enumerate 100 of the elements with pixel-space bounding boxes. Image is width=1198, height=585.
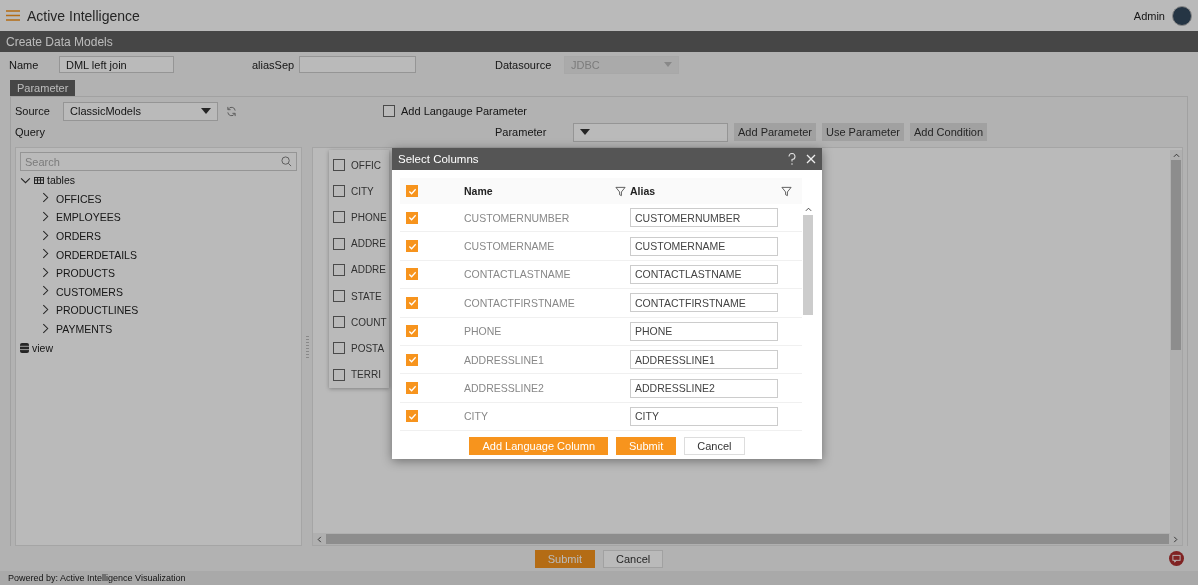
tree-node[interactable]: view bbox=[20, 338, 297, 357]
vertical-scrollbar[interactable] bbox=[1170, 150, 1182, 533]
avatar[interactable] bbox=[1172, 5, 1192, 26]
checkbox[interactable] bbox=[406, 240, 418, 253]
parameter-action-button[interactable]: Add Condition bbox=[909, 123, 988, 141]
tree-node[interactable]: PRODUCTS bbox=[42, 263, 297, 283]
tree-node[interactable]: tables bbox=[20, 171, 297, 190]
scroll-left-icon[interactable] bbox=[317, 535, 322, 543]
caret-down-icon bbox=[580, 129, 590, 135]
table-icon bbox=[34, 176, 44, 184]
column-name: ADDRESSLINE2 bbox=[464, 382, 545, 395]
scroll-right-icon[interactable] bbox=[1173, 535, 1178, 543]
footer-text: Powered by: Active Intelligence Visualization bbox=[0, 571, 1198, 585]
column-header[interactable]: Alias bbox=[630, 185, 656, 197]
checkbox[interactable] bbox=[406, 185, 418, 197]
checkbox[interactable] bbox=[333, 368, 345, 381]
chevron-right-icon[interactable] bbox=[42, 322, 49, 334]
caret-down-icon bbox=[201, 108, 211, 114]
help-icon[interactable] bbox=[788, 153, 796, 165]
checkbox[interactable] bbox=[333, 316, 345, 329]
chevron-right-icon[interactable] bbox=[42, 266, 49, 278]
column-name: PHONE bbox=[464, 325, 503, 338]
alias-field[interactable]: CUSTOMERNAME bbox=[630, 236, 778, 256]
checkbox[interactable] bbox=[333, 342, 345, 355]
column-item[interactable]: PHONE bbox=[333, 204, 387, 231]
refresh-icon[interactable] bbox=[226, 105, 237, 117]
tree-node[interactable]: ORDERDETAILS bbox=[42, 245, 297, 264]
alias-field[interactable]: CITY bbox=[630, 406, 778, 426]
parameter-tab[interactable]: Parameter bbox=[10, 80, 76, 96]
column-name: CUSTOMERNAME bbox=[464, 240, 556, 253]
column-name: CONTACTLASTNAME bbox=[464, 268, 572, 281]
filter-icon[interactable] bbox=[781, 185, 792, 197]
source-dropdown[interactable]: ClassicModels bbox=[63, 101, 218, 121]
chevron-right-icon[interactable] bbox=[42, 285, 49, 297]
dialog-button[interactable]: Cancel bbox=[684, 437, 745, 456]
source-label: Source bbox=[15, 105, 51, 117]
search-icon[interactable] bbox=[281, 156, 292, 167]
checkbox[interactable] bbox=[406, 353, 418, 366]
checkbox[interactable] bbox=[406, 410, 418, 423]
chevron-down-icon[interactable] bbox=[20, 177, 31, 185]
checkbox[interactable] bbox=[333, 263, 345, 276]
chat-icon[interactable] bbox=[1169, 551, 1184, 566]
column-item[interactable]: ADDRE bbox=[333, 256, 387, 283]
alias-sep-field[interactable] bbox=[299, 56, 416, 73]
filter-icon[interactable] bbox=[615, 185, 626, 197]
alias-field[interactable]: ADDRESSLINE1 bbox=[630, 350, 778, 370]
alias-field[interactable]: PHONE bbox=[630, 321, 778, 341]
chevron-right-icon[interactable] bbox=[42, 229, 49, 241]
scroll-up-icon[interactable] bbox=[1172, 153, 1180, 158]
caret-down-icon bbox=[664, 62, 672, 67]
alias-sep-label: aliasSep bbox=[252, 58, 296, 71]
column-item[interactable]: TERRI bbox=[333, 361, 387, 388]
column-item[interactable]: OFFIC bbox=[333, 152, 387, 179]
language-parameter-label: Add Langauge Parameter bbox=[401, 105, 527, 117]
alias-field[interactable]: CONTACTFIRSTNAME bbox=[630, 293, 778, 313]
alias-field[interactable]: CUSTOMERNUMBER bbox=[630, 208, 778, 228]
chevron-right-icon[interactable] bbox=[42, 192, 49, 204]
checkbox[interactable] bbox=[406, 296, 418, 309]
tree-node[interactable]: CUSTOMERS bbox=[42, 282, 297, 302]
checkbox[interactable] bbox=[406, 268, 418, 281]
column-item[interactable]: CITY bbox=[333, 178, 387, 205]
form-button[interactable]: Cancel bbox=[603, 549, 664, 568]
tree-node[interactable]: ORDERS bbox=[42, 226, 297, 246]
close-icon[interactable] bbox=[806, 154, 816, 164]
parameter-action-button[interactable]: Add Parameter bbox=[734, 123, 816, 141]
checkbox[interactable] bbox=[333, 290, 345, 303]
tree-node[interactable]: EMPLOYEES bbox=[42, 208, 297, 227]
column-name: CONTACTFIRSTNAME bbox=[464, 296, 576, 309]
chevron-right-icon[interactable] bbox=[42, 211, 49, 222]
tree-node[interactable]: PAYMENTS bbox=[42, 319, 297, 339]
column-item[interactable]: POSTA bbox=[333, 335, 387, 362]
scroll-up-icon[interactable] bbox=[804, 207, 812, 212]
checkbox[interactable] bbox=[406, 325, 418, 338]
column-name: ADDRESSLINE1 bbox=[464, 353, 545, 366]
checkbox[interactable] bbox=[383, 105, 395, 117]
chevron-right-icon[interactable] bbox=[42, 303, 49, 315]
checkbox[interactable] bbox=[333, 237, 345, 250]
user-name[interactable]: Admin bbox=[1133, 9, 1165, 22]
parameter-action-button[interactable]: Use Parameter bbox=[822, 123, 904, 141]
column-item[interactable]: ADDRE bbox=[333, 230, 387, 257]
page-title-bar: Create Data Models bbox=[0, 31, 1198, 52]
horizontal-scrollbar[interactable] bbox=[313, 533, 1182, 545]
checkbox[interactable] bbox=[406, 382, 418, 395]
alias-field[interactable]: CONTACTLASTNAME bbox=[630, 264, 778, 284]
alias-field[interactable]: ADDRESSLINE2 bbox=[630, 378, 778, 398]
checkbox[interactable] bbox=[333, 211, 345, 224]
dialog-title: Select Columns bbox=[398, 153, 479, 165]
query-label: Query bbox=[15, 126, 46, 138]
column-name: CUSTOMERNUMBER bbox=[464, 211, 571, 224]
column-item[interactable]: COUNT bbox=[333, 309, 387, 336]
column-header[interactable]: Name bbox=[464, 185, 493, 197]
column-item[interactable]: STATE bbox=[333, 282, 387, 310]
tree-node[interactable]: PRODUCTLINES bbox=[42, 301, 297, 320]
tree-node[interactable]: OFFICES bbox=[42, 189, 297, 209]
checkbox[interactable] bbox=[406, 211, 418, 224]
checkbox[interactable] bbox=[333, 159, 345, 172]
name-field[interactable]: DML left join bbox=[59, 56, 174, 73]
checkbox[interactable] bbox=[333, 185, 345, 198]
column-name: CITY bbox=[464, 410, 489, 423]
chevron-right-icon[interactable] bbox=[42, 248, 49, 260]
